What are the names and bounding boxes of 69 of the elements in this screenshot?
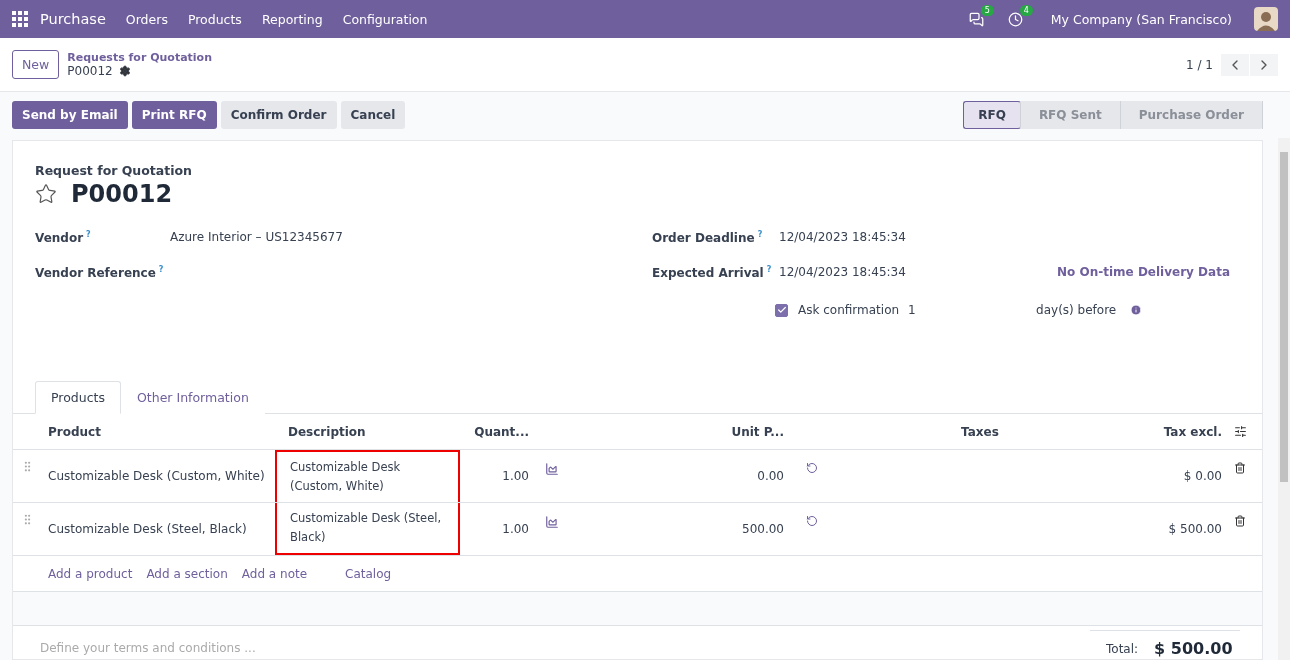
table-cell: Customizable Desk (Custom, White) [275,450,460,502]
field-label: Order Deadline $^{?}$ [652,230,764,245]
add-link[interactable]: Add a section [146,566,228,581]
checkbox[interactable] [775,303,788,317]
column-header[interactable]: Taxes [830,424,1130,439]
field-label: Vendor Reference $^{?}$ [35,265,165,280]
company-switcher[interactable]: My Company (San Francisco) [1042,11,1240,27]
table-cell-text: 1.00 [501,469,530,483]
forecast-icon[interactable] [545,515,559,529]
forecast-icon[interactable] [545,462,559,476]
days-suffix: day(s) before [1036,303,1117,317]
action-button[interactable]: Send by Email [12,101,128,129]
menu-item[interactable]: Products [179,11,250,27]
scrollbar[interactable] [1278,138,1290,660]
add-link[interactable]: Catalog [345,566,392,581]
info-icon[interactable] [1130,304,1143,316]
apps-menu-icon[interactable] [12,11,28,27]
delete-icon[interactable] [1234,462,1246,474]
column-header[interactable]: Tax excl. [1130,424,1230,439]
chat-icon[interactable] [968,11,984,27]
action-button[interactable]: Print RFQ [131,101,217,129]
column-header[interactable]: Quant... [460,424,537,439]
checkbox-label: Ask confirmation [798,303,900,317]
table-cell: Customizable Desk (Steel, Black) [275,503,460,555]
app-name[interactable]: Purchase [32,11,114,27]
field-label: Vendor $^{?}$ [35,230,92,245]
field-label: Expected Arrival $^{?}$ [652,265,773,280]
breadcrumb-link[interactable]: Requests for Quotation [67,51,212,64]
clock-icon[interactable] [1007,11,1023,27]
menu-item[interactable]: Orders [117,11,176,27]
column-header[interactable]: Product [40,424,275,439]
table-cell-text: $ 0.00 [1182,469,1223,483]
add-link[interactable]: Add a product [48,566,133,581]
avatar[interactable] [1254,7,1278,31]
count-badge: 5 [980,4,994,16]
field-value[interactable]: 12/04/2023 18:45:34 [779,265,906,279]
table-cell-text: Customizable Desk (Steel, Black) [47,522,248,536]
table-cell-text: 0.00 [756,469,785,483]
add-link[interactable]: Add a note [241,566,308,581]
menu-item[interactable]: Configuration [334,11,436,27]
days-value[interactable]: 1 [908,303,1037,317]
column-header[interactable]: Unit P... [580,424,792,439]
menu-item[interactable]: Reporting [253,11,331,27]
column-settings-icon[interactable] [1234,425,1247,438]
form-subtitle: Request for Quotation [35,163,193,178]
record-name: P00012 [67,64,113,78]
table-cell-text: 500.00 [741,522,785,536]
new-button[interactable]: New [12,50,60,79]
tab[interactable]: Products [35,381,121,414]
field-value[interactable]: Azure Interior – US12345677 [170,230,343,244]
table-cell-text: $ 500.00 [1167,522,1223,536]
pager-value: 1 / 1 [1186,57,1213,72]
record-title: P00012 [71,180,173,208]
status-stage[interactable]: RFQ [963,101,1021,129]
column-header[interactable]: Description [275,424,460,439]
reset-icon[interactable] [806,515,818,527]
field-value[interactable]: 12/04/2023 18:45:34 [779,230,906,244]
total-label: Total: [1106,641,1139,656]
delivery-link[interactable]: No On-time Delivery Data [1057,265,1230,279]
reset-icon[interactable] [806,462,818,474]
action-button[interactable]: Confirm Order [220,101,337,129]
delete-icon[interactable] [1234,515,1246,527]
star-icon[interactable] [35,183,57,205]
count-badge: 4 [1019,4,1033,16]
action-button[interactable]: Cancel [340,101,406,129]
settings-icon[interactable] [118,65,131,77]
table-cell-text: Customizable Desk (Custom, White) [47,469,266,483]
total-value: $ 500.00 [1154,639,1233,658]
table-cell-text: 1.00 [501,522,530,536]
